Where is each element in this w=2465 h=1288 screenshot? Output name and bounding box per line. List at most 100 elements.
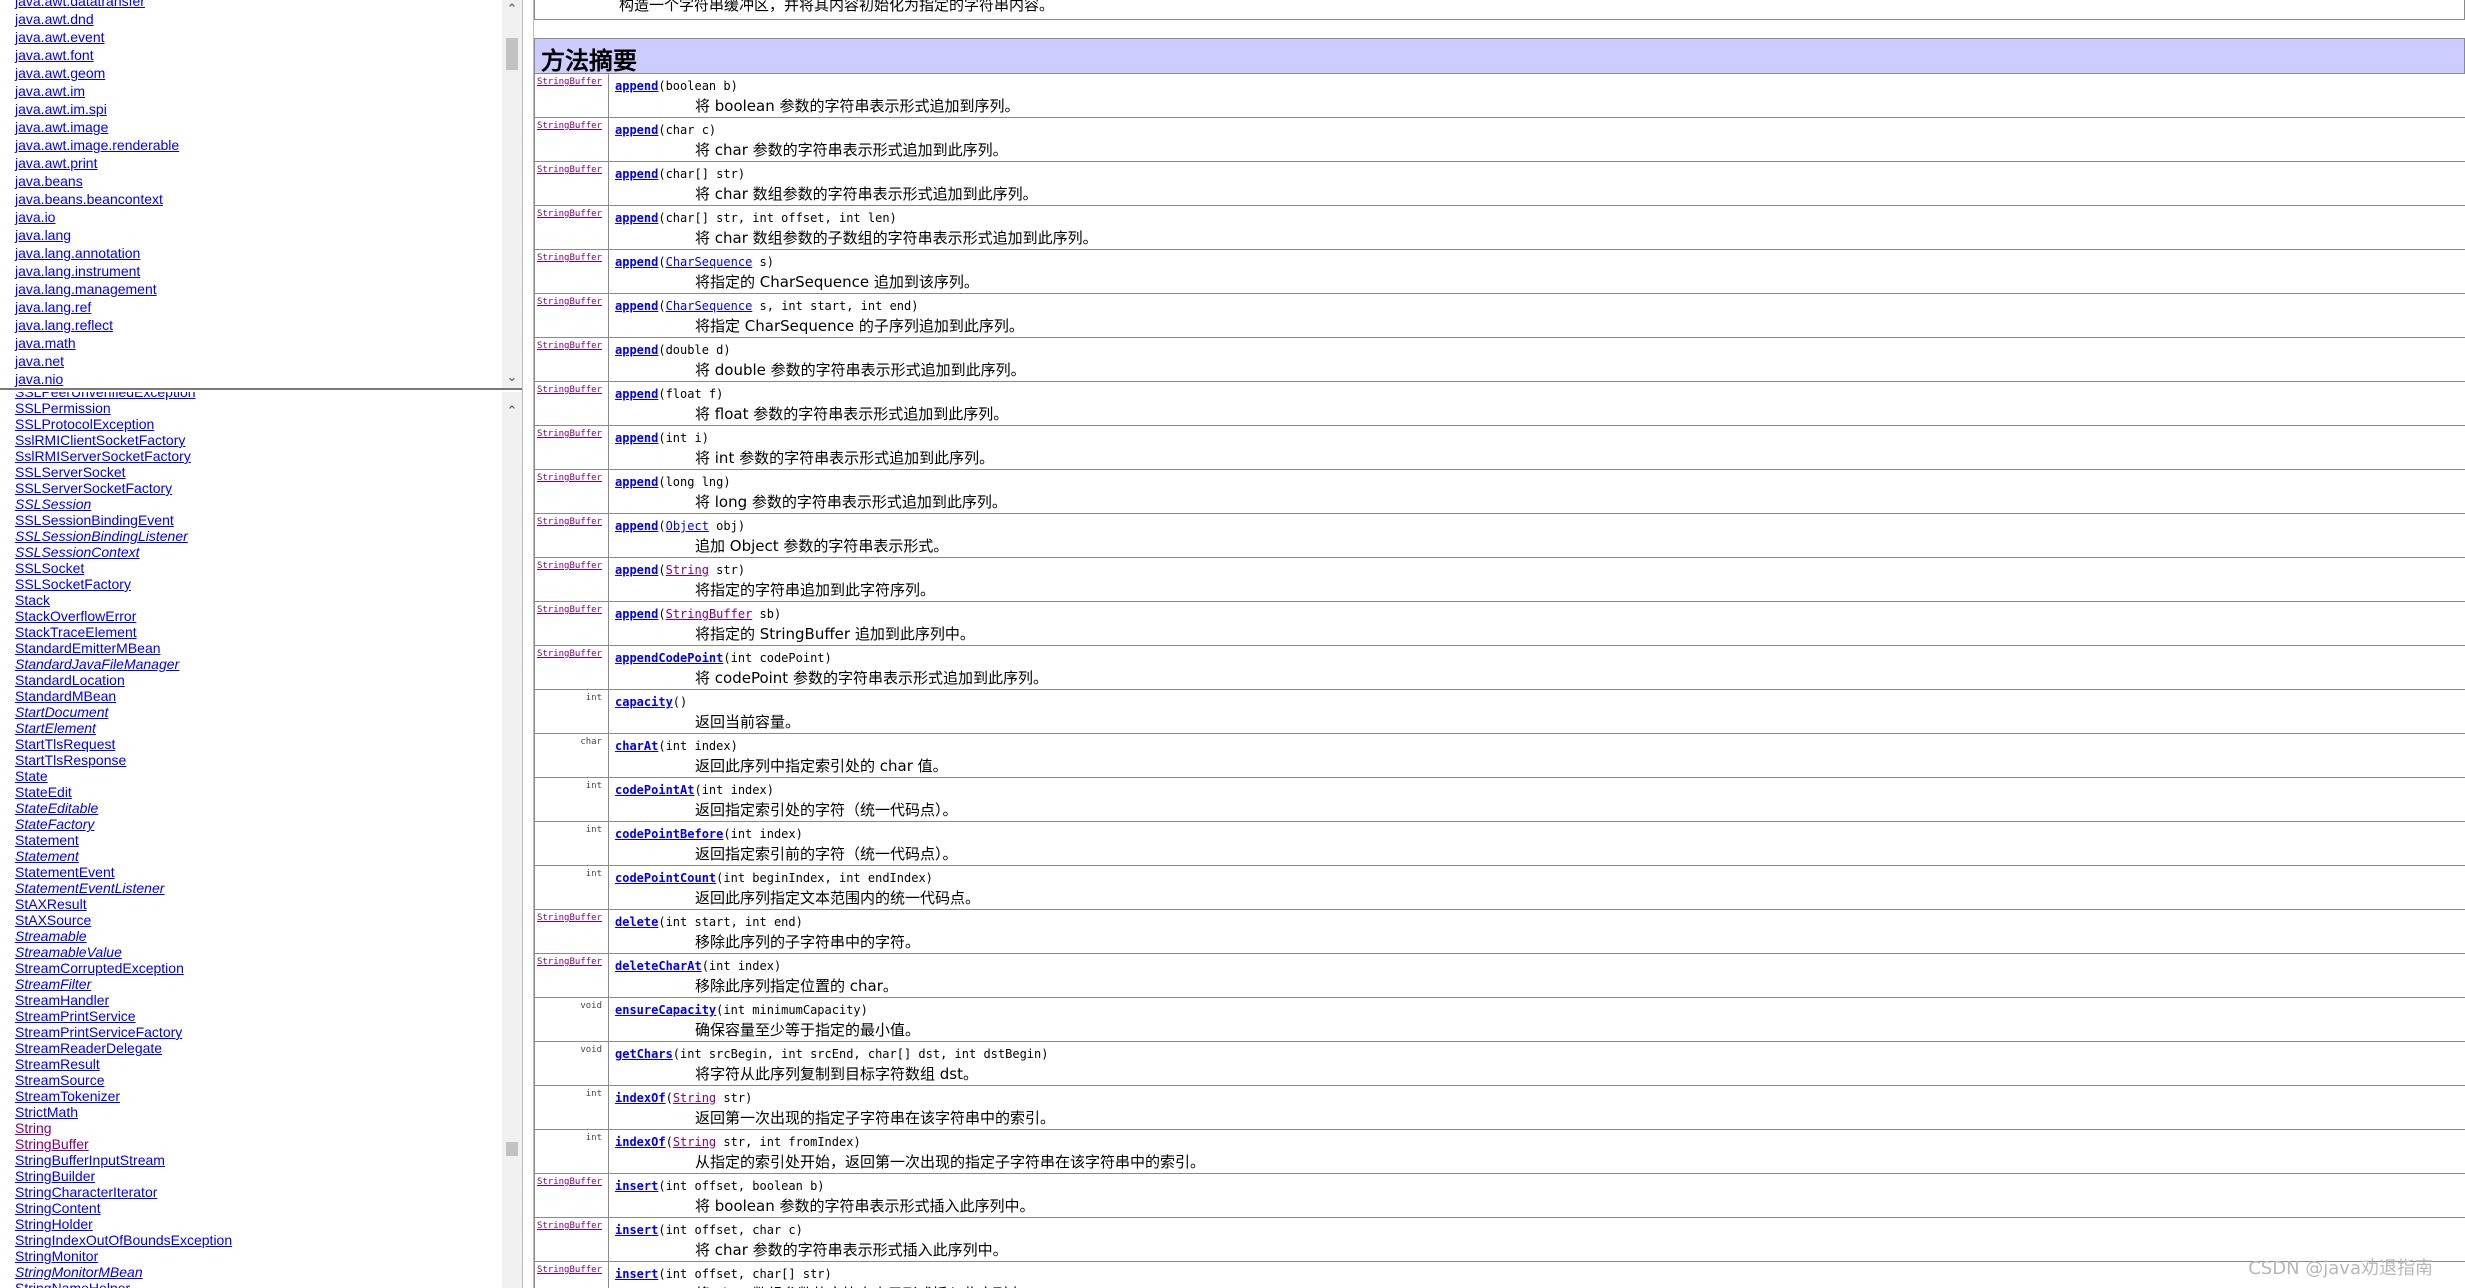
method-name-link[interactable]: charAt	[615, 739, 658, 753]
class-link[interactable]: StringCharacterIterator	[15, 1184, 495, 1200]
class-link[interactable]: StreamReaderDelegate	[15, 1040, 495, 1056]
package-link[interactable]: java.lang	[15, 226, 495, 244]
package-link[interactable]: java.awt.dnd	[15, 10, 495, 28]
package-link[interactable]: java.net	[15, 352, 495, 370]
class-link[interactable]: Streamable	[15, 928, 495, 944]
class-link[interactable]: State	[15, 768, 495, 784]
class-link[interactable]: StreamCorruptedException	[15, 960, 495, 976]
method-name-link[interactable]: append	[615, 299, 658, 313]
param-type-link[interactable]: String	[666, 563, 709, 577]
class-link[interactable]: StringIndexOutOfBoundsException	[15, 1232, 495, 1248]
class-link[interactable]: SSLSocketFactory	[15, 576, 495, 592]
chevron-down-icon[interactable]: ⌄	[502, 368, 522, 388]
method-name-link[interactable]: deleteCharAt	[615, 959, 702, 973]
class-link[interactable]: StackTraceElement	[15, 624, 495, 640]
class-link[interactable]: StreamPrintServiceFactory	[15, 1024, 495, 1040]
class-link[interactable]: StackOverflowError	[15, 608, 495, 624]
method-name-link[interactable]: insert	[615, 1267, 658, 1281]
return-type[interactable]: StringBuffer	[535, 118, 609, 161]
package-link[interactable]: java.awt.im.spi	[15, 100, 495, 118]
method-name-link[interactable]: indexOf	[615, 1135, 666, 1149]
param-type-link[interactable]: String	[673, 1135, 716, 1149]
return-type[interactable]: StringBuffer	[535, 162, 609, 205]
package-link[interactable]: java.math	[15, 334, 495, 352]
scrollbar-thumb[interactable]	[506, 38, 518, 70]
return-type[interactable]: StringBuffer	[535, 206, 609, 249]
method-name-link[interactable]: insert	[615, 1223, 658, 1237]
class-link[interactable]: StrictMath	[15, 1104, 495, 1120]
param-type-link[interactable]: CharSequence	[666, 255, 753, 269]
return-type[interactable]: StringBuffer	[535, 250, 609, 293]
class-list-scrollbar[interactable]: ⌃	[502, 392, 522, 1288]
class-link[interactable]: Statement	[15, 848, 495, 864]
class-link[interactable]: SSLServerSocketFactory	[15, 480, 495, 496]
class-link[interactable]: StatementEventListener	[15, 880, 495, 896]
class-link[interactable]: StreamResult	[15, 1056, 495, 1072]
package-link[interactable]: java.lang.reflect	[15, 316, 495, 334]
method-name-link[interactable]: codePointBefore	[615, 827, 723, 841]
method-name-link[interactable]: append	[615, 343, 658, 357]
class-link[interactable]: StartTlsResponse	[15, 752, 495, 768]
return-type[interactable]: StringBuffer	[535, 1174, 609, 1217]
class-link[interactable]: SSLServerSocket	[15, 464, 495, 480]
class-link[interactable]: String	[15, 1120, 495, 1136]
method-name-link[interactable]: append	[615, 387, 658, 401]
package-link[interactable]: java.beans.beancontext	[15, 190, 495, 208]
class-link[interactable]: SSLPeerUnverifiedException	[15, 392, 495, 400]
class-link[interactable]: StateFactory	[15, 816, 495, 832]
class-link[interactable]: SSLSessionBindingEvent	[15, 512, 495, 528]
class-link[interactable]: SSLSessionContext	[15, 544, 495, 560]
method-name-link[interactable]: delete	[615, 915, 658, 929]
class-link[interactable]: Stack	[15, 592, 495, 608]
return-type[interactable]: StringBuffer	[535, 1218, 609, 1261]
return-type[interactable]: StringBuffer	[535, 74, 609, 117]
class-link[interactable]: StreamHandler	[15, 992, 495, 1008]
chevron-up-icon[interactable]: ⌃	[502, 0, 522, 20]
class-link[interactable]: StringContent	[15, 1200, 495, 1216]
package-link[interactable]: java.awt.geom	[15, 64, 495, 82]
chevron-up-icon[interactable]: ⌃	[502, 402, 522, 422]
class-link[interactable]: StateEditable	[15, 800, 495, 816]
return-type[interactable]: StringBuffer	[535, 470, 609, 513]
package-link[interactable]: java.nio	[15, 370, 495, 388]
param-type-link[interactable]: Object	[666, 519, 709, 533]
class-link[interactable]: StringHolder	[15, 1216, 495, 1232]
package-link[interactable]: java.lang.annotation	[15, 244, 495, 262]
class-link[interactable]: SSLSocket	[15, 560, 495, 576]
package-link[interactable]: java.io	[15, 208, 495, 226]
method-name-link[interactable]: codePointCount	[615, 871, 716, 885]
method-name-link[interactable]: insert	[615, 1179, 658, 1193]
class-link[interactable]: StartElement	[15, 720, 495, 736]
return-type[interactable]: StringBuffer	[535, 382, 609, 425]
class-link[interactable]: SSLSession	[15, 496, 495, 512]
param-type-link[interactable]: CharSequence	[666, 299, 753, 313]
return-type[interactable]: StringBuffer	[535, 602, 609, 645]
method-name-link[interactable]: append	[615, 211, 658, 225]
package-link[interactable]: java.awt.print	[15, 154, 495, 172]
class-link[interactable]: StreamableValue	[15, 944, 495, 960]
return-type[interactable]: StringBuffer	[535, 646, 609, 689]
return-type[interactable]: StringBuffer	[535, 910, 609, 953]
class-link[interactable]: StateEdit	[15, 784, 495, 800]
return-type[interactable]: StringBuffer	[535, 558, 609, 601]
param-type-link[interactable]: StringBuffer	[666, 607, 753, 621]
class-link[interactable]: StartTlsRequest	[15, 736, 495, 752]
class-link[interactable]: StringMonitor	[15, 1248, 495, 1264]
method-name-link[interactable]: append	[615, 79, 658, 93]
package-list-scrollbar[interactable]: ⌃ ⌄	[502, 0, 522, 388]
package-link[interactable]: java.lang.management	[15, 280, 495, 298]
class-link[interactable]: StAXResult	[15, 896, 495, 912]
class-link[interactable]: StringBuffer	[15, 1136, 495, 1152]
class-link[interactable]: StAXSource	[15, 912, 495, 928]
method-name-link[interactable]: append	[615, 255, 658, 269]
class-link[interactable]: StreamSource	[15, 1072, 495, 1088]
frame-divider[interactable]	[522, 0, 534, 1288]
class-link[interactable]: StandardLocation	[15, 672, 495, 688]
class-link[interactable]: StreamTokenizer	[15, 1088, 495, 1104]
class-link[interactable]: SslRMIClientSocketFactory	[15, 432, 495, 448]
class-link[interactable]: StreamFilter	[15, 976, 495, 992]
class-link[interactable]: StandardMBean	[15, 688, 495, 704]
class-link[interactable]: SslRMIServerSocketFactory	[15, 448, 495, 464]
return-type[interactable]: StringBuffer	[535, 954, 609, 997]
package-link[interactable]: java.awt.image	[15, 118, 495, 136]
